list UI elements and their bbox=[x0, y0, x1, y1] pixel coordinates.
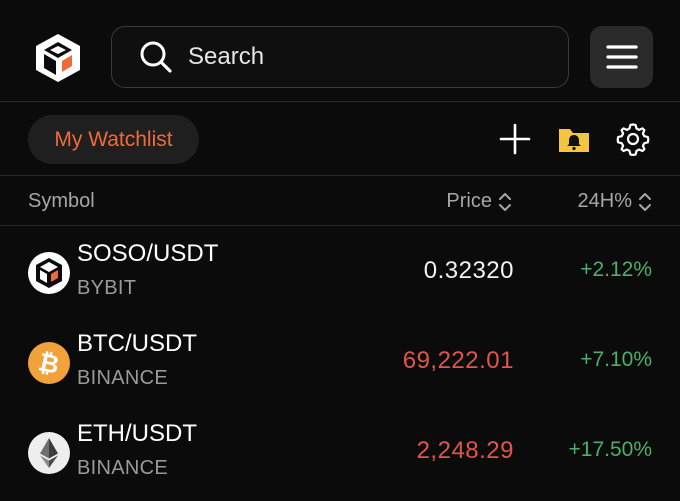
ethereum-icon bbox=[28, 432, 70, 474]
exchange-name: BINANCE bbox=[77, 367, 169, 389]
column-header-24h-change-label: 24H% bbox=[577, 190, 632, 212]
search-icon bbox=[140, 41, 172, 73]
menu-button[interactable] bbox=[590, 26, 653, 88]
price-value: 2,248.29 bbox=[416, 437, 514, 464]
alert-folder-icon[interactable] bbox=[557, 122, 591, 156]
pair-symbol: ETH/USDT bbox=[77, 420, 197, 447]
price-value: 69,222.01 bbox=[402, 347, 514, 374]
watchlist-toolbar: My Watchlist bbox=[0, 102, 680, 176]
column-header-price-label: Price bbox=[446, 190, 492, 212]
tab-my-watchlist[interactable]: My Watchlist bbox=[28, 115, 199, 164]
column-header-price[interactable]: Price bbox=[446, 190, 512, 213]
table-row[interactable]: SOSO/USDT BYBIT 0.32320 +2.12% bbox=[0, 226, 680, 316]
change-24h-value: +17.50% bbox=[568, 438, 653, 461]
price-value: 0.32320 bbox=[423, 257, 514, 284]
sosovalue-logo-icon[interactable] bbox=[32, 32, 84, 84]
column-header-symbol: Symbol bbox=[28, 190, 95, 212]
sort-icon bbox=[639, 192, 651, 211]
table-row[interactable]: ETH/USDT BINANCE 2,248.29 +17.50% bbox=[0, 406, 680, 496]
change-24h-value: +7.10% bbox=[580, 348, 652, 371]
search-input[interactable]: Search bbox=[188, 43, 264, 71]
soso-logo-icon bbox=[28, 252, 70, 294]
table-row[interactable]: ₿ BTC/USDT BINANCE 69,222.01 +7.10% bbox=[0, 316, 680, 406]
hamburger-icon bbox=[605, 45, 638, 69]
sort-icon bbox=[499, 192, 511, 211]
search-bar[interactable]: Search bbox=[111, 26, 569, 88]
bitcoin-icon: ₿ bbox=[28, 342, 70, 384]
tab-my-watchlist-label: My Watchlist bbox=[54, 127, 173, 151]
table-header: Symbol Price 24H% bbox=[0, 176, 680, 226]
gear-icon[interactable] bbox=[616, 122, 650, 156]
column-header-24h-change[interactable]: 24H% bbox=[578, 190, 652, 213]
pair-symbol: BTC/USDT bbox=[77, 330, 197, 357]
pair-symbol: SOSO/USDT bbox=[77, 240, 219, 267]
exchange-name: BYBIT bbox=[77, 277, 137, 299]
header: Search bbox=[0, 0, 680, 102]
change-24h-value: +2.12% bbox=[580, 258, 652, 281]
plus-icon[interactable] bbox=[498, 122, 532, 156]
app: Search My Watchlist Symbol Price 24H% SO… bbox=[0, 0, 680, 501]
exchange-name: BINANCE bbox=[77, 457, 169, 479]
